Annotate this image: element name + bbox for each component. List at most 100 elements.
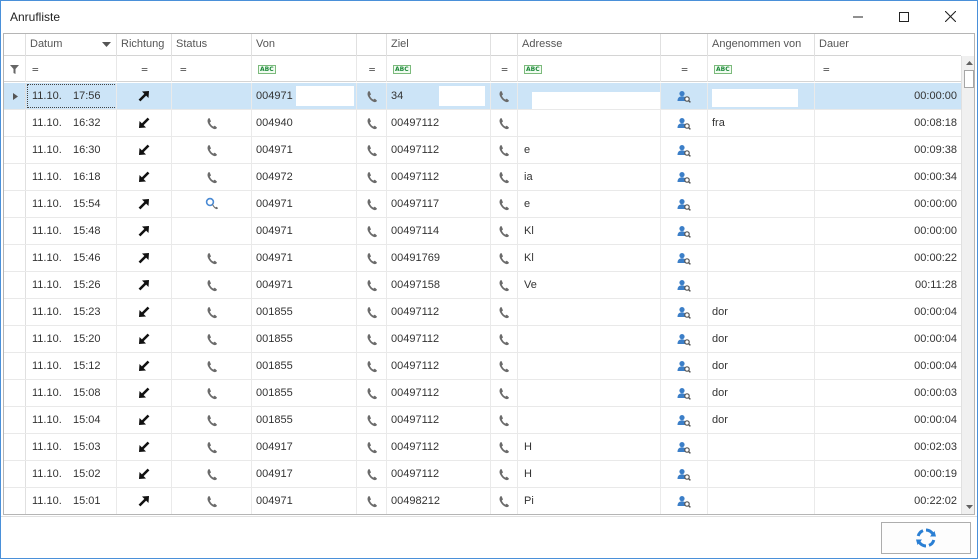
call-target-button[interactable] [491,83,518,109]
cell-status[interactable] [172,326,252,352]
cell-ziel[interactable]: 00491769 [387,245,491,271]
call-from-button[interactable] [357,488,387,514]
contact-lookup-button[interactable] [661,434,708,460]
cell-von[interactable]: 001855 [252,407,357,433]
call-target-button[interactable] [491,461,518,487]
cell-von[interactable]: 004917 [252,434,357,460]
cell-richtung[interactable] [117,137,172,163]
call-target-button[interactable] [491,380,518,406]
cell-richtung[interactable] [117,272,172,298]
cell-status[interactable] [172,272,252,298]
cell-ziel[interactable]: 00497114 [387,218,491,244]
call-from-button[interactable] [357,380,387,406]
column-header-angenommen[interactable]: Angenommen von [708,34,815,56]
call-from-button[interactable] [357,137,387,163]
cell-status[interactable] [172,83,252,109]
table-row[interactable]: 11.10. 15:02 004917 00497112 H 00:00:19 [4,461,961,488]
cell-datum[interactable]: 11.10. 16:18 [26,164,117,190]
table-row[interactable]: 11.10. 15:01 004971 00498212 Pi 00:22:02 [4,488,961,514]
cell-richtung[interactable] [117,245,172,271]
cell-datum[interactable]: 11.10. 15:08 [26,380,117,406]
cell-angenommen[interactable] [708,164,815,190]
cell-adresse[interactable] [518,380,661,406]
cell-dauer[interactable]: 00:08:18 [815,110,961,136]
cell-richtung[interactable] [117,110,172,136]
cell-dauer[interactable]: 00:00:04 [815,299,961,325]
table-row[interactable]: 11.10. 16:32 004940 00497112 fra 00:08:18 [4,110,961,137]
cell-von[interactable]: 001855 [252,353,357,379]
cell-ziel[interactable]: 00497112 [387,299,491,325]
contact-lookup-button[interactable] [661,380,708,406]
cell-ziel[interactable]: 00497112 [387,164,491,190]
cell-richtung[interactable] [117,191,172,217]
table-row[interactable]: 11.10. 17:56 004971 34 00:00:00 [4,83,961,110]
cell-ziel[interactable]: 00497112 [387,353,491,379]
cell-status[interactable] [172,137,252,163]
cell-richtung[interactable] [117,353,172,379]
cell-ziel[interactable]: 00497112 [387,326,491,352]
cell-dauer[interactable]: 00:00:00 [815,83,961,109]
table-row[interactable]: 11.10. 15:46 004971 00491769 Kl 00:00:22 [4,245,961,272]
cell-adresse[interactable]: Kl [518,245,661,271]
filter-richtung[interactable]: = [117,56,172,82]
filter-angenommen[interactable]: ABC [708,56,815,82]
call-target-button[interactable] [491,191,518,217]
column-header-von[interactable]: Von [252,34,357,56]
column-header-von-call[interactable] [357,34,387,56]
cell-dauer[interactable]: 00:02:03 [815,434,961,460]
cell-datum[interactable]: 11.10. 15:20 [26,326,117,352]
cell-von[interactable]: 004972 [252,164,357,190]
filter-datum[interactable]: = [26,56,117,82]
cell-ziel[interactable]: 00497112 [387,110,491,136]
call-from-button[interactable] [357,218,387,244]
call-target-button[interactable] [491,137,518,163]
call-from-button[interactable] [357,83,387,109]
cell-von[interactable]: 001855 [252,326,357,352]
call-from-button[interactable] [357,272,387,298]
cell-angenommen[interactable] [708,272,815,298]
cell-adresse[interactable] [518,353,661,379]
column-header-ziel-call[interactable] [491,34,518,56]
filter-status[interactable]: = [172,56,252,82]
cell-ziel[interactable]: 00497112 [387,434,491,460]
column-header-dauer[interactable]: Dauer [815,34,961,56]
cell-ziel[interactable]: 34 [387,83,491,109]
close-button[interactable] [927,1,973,32]
cell-angenommen[interactable] [708,461,815,487]
cell-ziel[interactable]: 00497158 [387,272,491,298]
filter-dauer[interactable]: = [815,56,961,82]
cell-status[interactable] [172,245,252,271]
call-target-button[interactable] [491,218,518,244]
table-row[interactable]: 11.10. 15:54 004971 00497117 e 00:00:00 [4,191,961,218]
call-target-button[interactable] [491,488,518,514]
cell-adresse[interactable]: Kl [518,218,661,244]
call-from-button[interactable] [357,353,387,379]
cell-datum[interactable]: 11.10. 15:04 [26,407,117,433]
call-target-button[interactable] [491,407,518,433]
cell-angenommen[interactable]: fra [708,110,815,136]
contact-lookup-button[interactable] [661,407,708,433]
table-row[interactable]: 11.10. 15:20 001855 00497112 dor 00:00:04 [4,326,961,353]
cell-angenommen[interactable] [708,137,815,163]
call-from-button[interactable] [357,110,387,136]
cell-status[interactable] [172,191,252,217]
cell-datum[interactable]: 11.10. 15:03 [26,434,117,460]
cell-datum[interactable]: 11.10. 15:48 [26,218,117,244]
call-target-button[interactable] [491,110,518,136]
call-from-button[interactable] [357,434,387,460]
cell-adresse[interactable]: Pi [518,488,661,514]
cell-richtung[interactable] [117,461,172,487]
cell-datum[interactable]: 11.10. 15:46 [26,245,117,271]
cell-richtung[interactable] [117,407,172,433]
table-row[interactable]: 11.10. 15:23 001855 00497112 dor 00:00:04 [4,299,961,326]
filter-von-call[interactable]: = [357,56,387,82]
cell-dauer[interactable]: 00:00:04 [815,353,961,379]
cell-von[interactable]: 004917 [252,461,357,487]
filter-ziel[interactable]: ABC [387,56,491,82]
column-header-datum[interactable]: Datum [26,34,117,56]
contact-lookup-button[interactable] [661,110,708,136]
cell-von[interactable]: 004971 [252,83,357,109]
scroll-down-icon[interactable] [964,501,974,513]
cell-richtung[interactable] [117,434,172,460]
cell-dauer[interactable]: 00:00:04 [815,326,961,352]
